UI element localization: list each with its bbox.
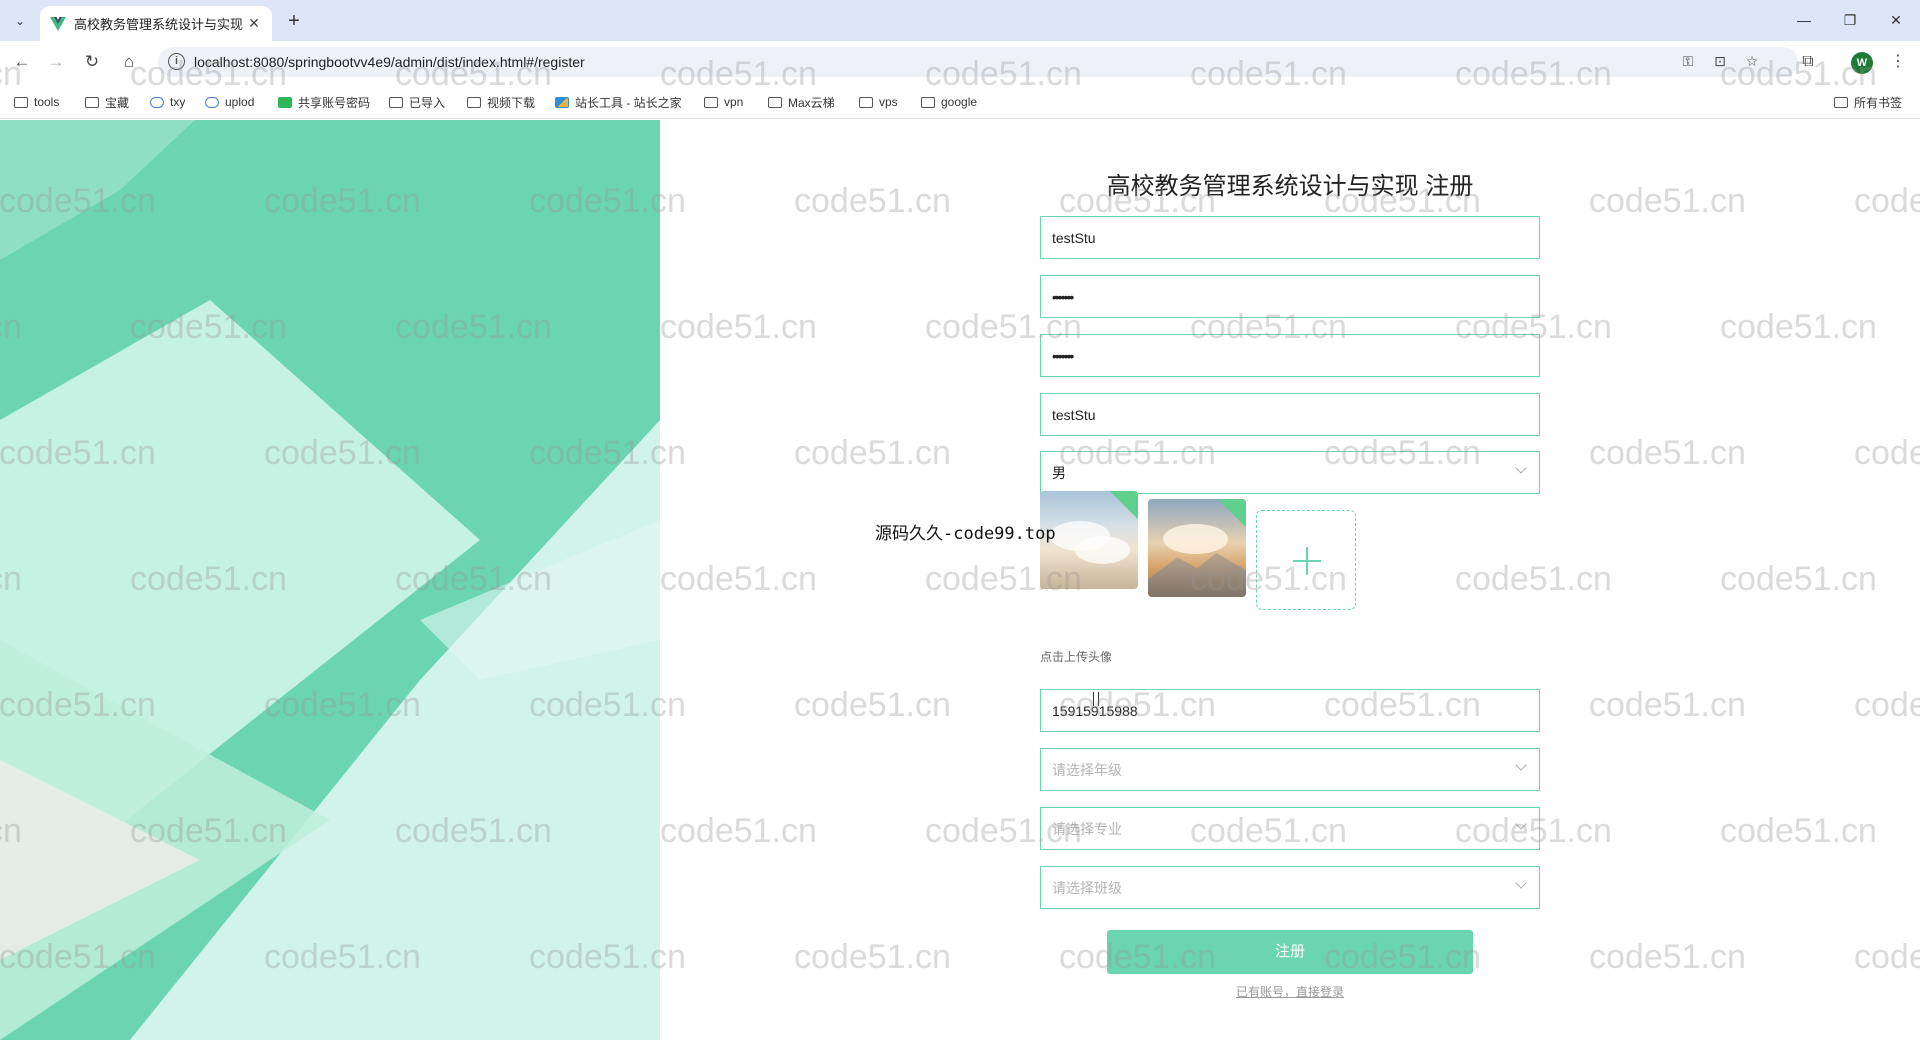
folder-icon (1834, 96, 1848, 108)
minimize-icon[interactable]: — (1788, 8, 1820, 32)
bookmarks-bar: tools 宝藏 txy uplod 共享账号密码 已导入 视频下载 站长工具 … (0, 83, 1920, 119)
folder-icon (467, 96, 481, 108)
bookmark-item[interactable]: tools (14, 92, 59, 112)
folder-icon (14, 96, 28, 108)
username-field[interactable]: testStu (1040, 216, 1540, 259)
major-placeholder: 请选择专业 (1052, 820, 1122, 837)
major-select[interactable]: 请选择专业 (1040, 807, 1540, 850)
decorative-background (0, 120, 660, 1040)
window-close-icon[interactable]: ✕ (1880, 8, 1912, 32)
browser-toolbar: ← → ↻ ⌂ i localhost:8080/springbootvv4e9… (0, 41, 1920, 83)
address-url[interactable]: localhost:8080/springbootvv4e9/admin/dis… (194, 54, 585, 70)
address-bar[interactable]: i localhost:8080/springbootvv4e9/admin/d… (158, 47, 1798, 77)
cloud-icon (150, 96, 164, 108)
bookmark-item[interactable]: uplod (205, 92, 254, 112)
class-placeholder: 请选择班级 (1052, 879, 1122, 896)
tab-search-icon[interactable]: ⌄ (8, 9, 32, 33)
cloud-icon (205, 96, 219, 108)
folder-icon (768, 96, 782, 108)
name-field[interactable]: testStu (1040, 393, 1540, 436)
bookmark-item[interactable]: google (921, 92, 977, 112)
grade-placeholder: 请选择年级 (1052, 761, 1122, 778)
bookmark-item[interactable]: vpn (704, 92, 743, 112)
profile-avatar[interactable]: W (1851, 52, 1873, 74)
extensions-icon[interactable]: ⧉ (1796, 50, 1820, 74)
register-button[interactable]: 注册 (1107, 930, 1473, 974)
confirm-password-field[interactable]: ••••••• (1040, 334, 1540, 377)
webmaster-tool-icon (555, 96, 569, 108)
text-cursor-icon (1093, 692, 1099, 706)
chevron-down-icon (1515, 761, 1527, 773)
vue-favicon-icon (50, 16, 66, 31)
home-icon[interactable]: ⌂ (117, 50, 141, 74)
bookmark-item[interactable]: 已导入 (389, 92, 445, 112)
restore-icon[interactable]: ❐ (1834, 8, 1866, 32)
bookmark-item[interactable]: 站长工具 - 站长之家 (555, 92, 682, 112)
gender-select[interactable]: 男 (1040, 451, 1540, 494)
reload-icon[interactable]: ↻ (80, 50, 104, 74)
class-select[interactable]: 请选择班级 (1040, 866, 1540, 909)
password-field[interactable]: ••••••• (1040, 275, 1540, 318)
gender-value: 男 (1052, 464, 1066, 481)
browser-tab[interactable]: 高校教务管理系统设计与实现 ✕ (40, 6, 272, 41)
all-bookmarks[interactable]: 所有书签 (1834, 92, 1902, 112)
bookmark-item[interactable]: txy (150, 92, 185, 112)
bookmark-item[interactable]: 视频下载 (467, 92, 535, 112)
folder-icon (389, 96, 403, 108)
register-page: 高校教务管理系统设计与实现 注册 testStu ••••••• •••••••… (0, 120, 1920, 1040)
chevron-down-icon (1515, 464, 1527, 476)
chevron-down-icon (1515, 820, 1527, 832)
avatar-preview-image[interactable] (1148, 499, 1246, 597)
browser-tabstrip: ⌄ 高校教务管理系统设计与实现 ✕ + — ❐ ✕ (0, 0, 1920, 41)
back-icon[interactable]: ← (10, 50, 34, 74)
bookmark-item[interactable]: Max云梯 (768, 92, 835, 112)
password-key-icon[interactable]: ⚿ (1678, 53, 1698, 71)
overlay-text: 源码久久-code99.top (875, 524, 1056, 544)
new-tab-button[interactable]: + (282, 9, 306, 33)
site-info-icon[interactable]: i (168, 53, 185, 70)
bookmark-item[interactable]: 宝藏 (85, 92, 129, 112)
folder-icon (921, 96, 935, 108)
folder-icon (85, 96, 99, 108)
tab-close-icon[interactable]: ✕ (246, 15, 262, 32)
sheet-icon (278, 96, 292, 108)
chevron-down-icon (1515, 879, 1527, 891)
phone-field[interactable]: 15915915988 (1040, 689, 1540, 732)
bookmark-item[interactable]: 共享账号密码 (278, 92, 370, 112)
screenshot-icon[interactable]: ⊡ (1710, 53, 1730, 71)
folder-icon (859, 96, 873, 108)
bookmark-star-icon[interactable]: ☆ (1742, 53, 1762, 71)
page-title: 高校教务管理系统设计与实现 注册 (1106, 173, 1474, 200)
upload-hint: 点击上传头像 (1040, 650, 1113, 664)
geometric-shapes (0, 120, 660, 1040)
folder-icon (704, 96, 718, 108)
bookmark-item[interactable]: vps (859, 92, 898, 112)
tab-title: 高校教务管理系统设计与实现 (74, 17, 244, 32)
avatar-upload-button[interactable] (1256, 510, 1356, 610)
grade-select[interactable]: 请选择年级 (1040, 748, 1540, 791)
forward-icon[interactable]: → (44, 50, 68, 74)
login-link[interactable]: 已有账号，直接登录 (1040, 983, 1540, 1000)
menu-dots-icon[interactable]: ⋮ (1886, 50, 1910, 74)
